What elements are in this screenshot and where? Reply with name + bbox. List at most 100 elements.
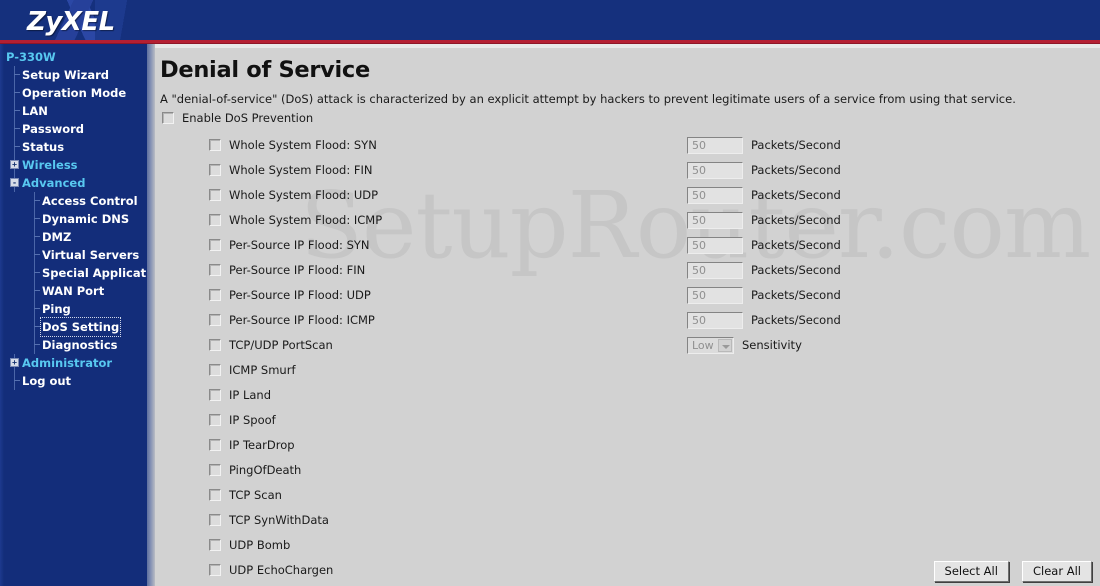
tree-branch-dash bbox=[34, 344, 40, 345]
tree-branch-dash bbox=[34, 326, 40, 327]
expand-icon[interactable]: + bbox=[10, 160, 19, 169]
checkbox-pingofdeath[interactable] bbox=[209, 464, 221, 476]
sidebar-item-access-control[interactable]: Access Control bbox=[0, 192, 147, 210]
sidebar-item-label: Setup Wizard bbox=[22, 68, 109, 82]
checkbox-icmp-smurf[interactable] bbox=[209, 364, 221, 376]
tree-branch-dash bbox=[34, 236, 40, 237]
sidebar-item-label: Special Applications bbox=[42, 266, 147, 280]
tree-vertical-line bbox=[34, 282, 35, 300]
checkbox-tcp-synwithdata[interactable] bbox=[209, 514, 221, 526]
dos-row-whole-system-flood-udp: Whole System Flood: UDP 50 Packets/Second bbox=[155, 184, 1100, 209]
threshold-input-whole-system-flood-icmp[interactable]: 50 bbox=[687, 212, 743, 229]
unit-label-whole-system-flood-syn: Packets/Second bbox=[751, 138, 841, 152]
clear-all-button[interactable]: Clear All bbox=[1022, 561, 1092, 582]
sidebar-item-dynamic-dns[interactable]: Dynamic DNS bbox=[0, 210, 147, 228]
tree-branch-dash bbox=[34, 218, 40, 219]
checkbox-whole-system-flood-icmp[interactable] bbox=[209, 214, 221, 226]
sidebar-item-label: Dynamic DNS bbox=[42, 212, 130, 226]
sidebar-item-label: Diagnostics bbox=[42, 338, 118, 352]
threshold-input-per-source-ip-flood-udp[interactable]: 50 bbox=[687, 287, 743, 304]
select-all-button[interactable]: Select All bbox=[933, 561, 1009, 582]
checkbox-per-source-ip-flood-icmp[interactable] bbox=[209, 314, 221, 326]
dos-row-whole-system-flood-icmp: Whole System Flood: ICMP 50 Packets/Second bbox=[155, 209, 1100, 234]
tree-branch-dash bbox=[34, 290, 40, 291]
checkbox-tcp-udp-portscan[interactable] bbox=[209, 339, 221, 351]
sidebar-item-label: DMZ bbox=[42, 230, 72, 244]
checkbox-udp-bomb[interactable] bbox=[209, 539, 221, 551]
tree-vertical-line bbox=[14, 120, 15, 138]
page-description: A "denial-of-service" (DoS) attack is ch… bbox=[160, 92, 1016, 106]
threshold-input-per-source-ip-flood-fin[interactable]: 50 bbox=[687, 262, 743, 279]
sidebar-item-advanced[interactable]: - Advanced bbox=[0, 174, 147, 192]
label-ip-spoof: IP Spoof bbox=[229, 413, 276, 427]
zyxel-logo: ZyXEL bbox=[27, 7, 115, 37]
sidebar-item-label: Wireless bbox=[22, 158, 78, 172]
sidebar-item-label: Access Control bbox=[42, 194, 138, 208]
label-whole-system-flood-icmp: Whole System Flood: ICMP bbox=[229, 213, 383, 227]
checkbox-whole-system-flood-syn[interactable] bbox=[209, 139, 221, 151]
dos-row-ip-spoof: IP Spoof bbox=[155, 409, 1100, 434]
dos-row-per-source-ip-flood-fin: Per-Source IP Flood: FIN 50 Packets/Second bbox=[155, 259, 1100, 284]
sidebar-item-label: Administrator bbox=[22, 356, 113, 370]
sidebar-right-edge bbox=[147, 44, 155, 586]
dos-row-pingofdeath: PingOfDeath bbox=[155, 459, 1100, 484]
collapse-icon[interactable]: - bbox=[10, 178, 19, 187]
tree-vertical-line bbox=[34, 336, 35, 354]
checkbox-ip-spoof[interactable] bbox=[209, 414, 221, 426]
sidebar-item-wan-port[interactable]: WAN Port bbox=[0, 282, 147, 300]
threshold-input-whole-system-flood-syn[interactable]: 50 bbox=[687, 137, 743, 154]
label-udp-bomb: UDP Bomb bbox=[229, 538, 291, 552]
threshold-input-whole-system-flood-fin[interactable]: 50 bbox=[687, 162, 743, 179]
button-bar: Select All Clear All bbox=[926, 560, 1092, 582]
unit-label-whole-system-flood-udp: Packets/Second bbox=[751, 188, 841, 202]
sidebar-item-log-out[interactable]: Log out bbox=[0, 372, 147, 390]
enable-dos-prevention-checkbox[interactable] bbox=[162, 112, 174, 124]
sidebar-item-label: Log out bbox=[22, 374, 72, 388]
checkbox-per-source-ip-flood-syn[interactable] bbox=[209, 239, 221, 251]
checkbox-udp-echochargen[interactable] bbox=[209, 564, 221, 576]
sidebar-item-lan[interactable]: LAN bbox=[0, 102, 147, 120]
tree-branch-dash bbox=[14, 110, 20, 111]
tree-vertical-line bbox=[34, 300, 35, 318]
threshold-input-whole-system-flood-udp[interactable]: 50 bbox=[687, 187, 743, 204]
tree-branch-dash bbox=[14, 380, 20, 381]
expand-icon[interactable]: + bbox=[10, 358, 19, 367]
sidebar-item-special-applications[interactable]: Special Applications bbox=[0, 264, 147, 282]
sidebar-item-ping[interactable]: Ping bbox=[0, 300, 147, 318]
checkbox-ip-land[interactable] bbox=[209, 389, 221, 401]
label-per-source-ip-flood-syn: Per-Source IP Flood: SYN bbox=[229, 238, 370, 252]
checkbox-per-source-ip-flood-fin[interactable] bbox=[209, 264, 221, 276]
tree-branch-dash bbox=[34, 308, 40, 309]
sidebar-item-status[interactable]: Status bbox=[0, 138, 147, 156]
label-tcp-udp-portscan: TCP/UDP PortScan bbox=[229, 338, 333, 352]
sidebar-item-virtual-servers[interactable]: Virtual Servers bbox=[0, 246, 147, 264]
chevron-down-icon[interactable] bbox=[718, 339, 732, 352]
checkbox-whole-system-flood-fin[interactable] bbox=[209, 164, 221, 176]
sensitivity-select[interactable]: Low bbox=[687, 337, 734, 354]
sidebar-item-wireless[interactable]: + Wireless bbox=[0, 156, 147, 174]
threshold-input-per-source-ip-flood-icmp[interactable]: 50 bbox=[687, 312, 743, 329]
sidebar-item-label: WAN Port bbox=[42, 284, 105, 298]
threshold-input-per-source-ip-flood-syn[interactable]: 50 bbox=[687, 237, 743, 254]
dos-row-per-source-ip-flood-udp: Per-Source IP Flood: UDP 50 Packets/Second bbox=[155, 284, 1100, 309]
sidebar-item-operation-mode[interactable]: Operation Mode bbox=[0, 84, 147, 102]
dos-row-tcp-synwithdata: TCP SynWithData bbox=[155, 509, 1100, 534]
checkbox-ip-teardrop[interactable] bbox=[209, 439, 221, 451]
sidebar-item-setup-wizard[interactable]: Setup Wizard bbox=[0, 66, 147, 84]
label-icmp-smurf: ICMP Smurf bbox=[229, 363, 296, 377]
sidebar-item-administrator[interactable]: + Administrator bbox=[0, 354, 147, 372]
label-tcp-synwithdata: TCP SynWithData bbox=[229, 513, 329, 527]
checkbox-tcp-scan[interactable] bbox=[209, 489, 221, 501]
sidebar-item-diagnostics[interactable]: Diagnostics bbox=[0, 336, 147, 354]
nav-list: P-330W Setup Wizard Operation Mode LAN Passw… bbox=[0, 48, 147, 390]
unit-label-per-source-ip-flood-icmp: Packets/Second bbox=[751, 313, 841, 327]
checkbox-per-source-ip-flood-udp[interactable] bbox=[209, 289, 221, 301]
dos-row-whole-system-flood-fin: Whole System Flood: FIN 50 Packets/Second bbox=[155, 159, 1100, 184]
sidebar-root-label: P-330W bbox=[0, 48, 147, 66]
sidebar-item-dmz[interactable]: DMZ bbox=[0, 228, 147, 246]
sidebar-item-dos-setting[interactable]: DoS Setting bbox=[0, 317, 147, 337]
sidebar-item-password[interactable]: Password bbox=[0, 120, 147, 138]
unit-label-whole-system-flood-icmp: Packets/Second bbox=[751, 213, 841, 227]
unit-label-per-source-ip-flood-syn: Packets/Second bbox=[751, 238, 841, 252]
checkbox-whole-system-flood-udp[interactable] bbox=[209, 189, 221, 201]
